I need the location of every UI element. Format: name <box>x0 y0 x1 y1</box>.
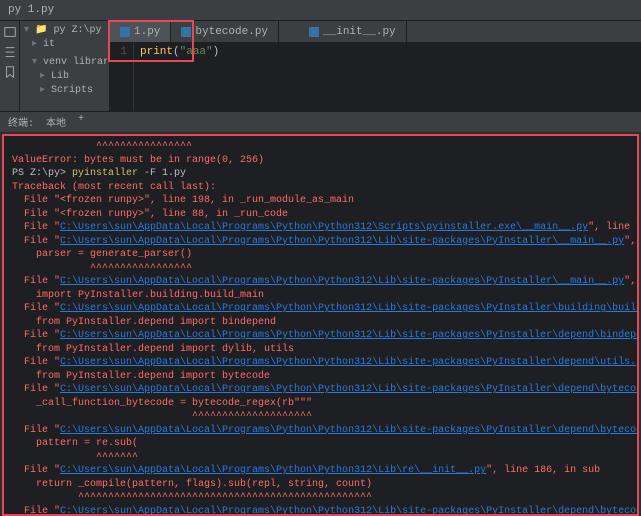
add-terminal-icon[interactable]: + <box>78 114 84 130</box>
terminal-line: File "C:\Users\sun\AppData\Local\Program… <box>12 424 629 438</box>
terminal-line: File "C:\Users\sun\AppData\Local\Program… <box>12 329 629 343</box>
tool-sidebar <box>0 21 20 111</box>
tree-folder[interactable]: Scripts <box>22 83 107 97</box>
local-tab-label[interactable]: 本地 <box>46 114 66 130</box>
terminal-line: pattern = re.sub( <box>12 437 629 451</box>
terminal-line: File "C:\Users\sun\AppData\Local\Program… <box>12 275 629 289</box>
terminal-panel[interactable]: ^^^^^^^^^^^^^^^^ ValueError: bytes must … <box>2 134 639 516</box>
annotation-box <box>108 20 194 62</box>
terminal-line: parser = generate_parser() <box>12 248 629 262</box>
terminal-line: import PyInstaller.building.build_main <box>12 289 629 303</box>
terminal-line: ^^^^^^^^^^^^^^^^ <box>12 140 629 154</box>
terminal-line: return _compile(pattern, flags).sub(repl… <box>12 478 629 492</box>
terminal-line: ^^^^^^^^^^^^^^^^^^^^ <box>12 410 629 424</box>
terminal-tab-label[interactable]: 终端: <box>8 114 34 130</box>
tab-init[interactable]: __init__.py <box>299 21 407 42</box>
terminal-line: _call_function_bytecode = bytecode_regex… <box>12 397 629 411</box>
structure-icon[interactable] <box>3 45 17 59</box>
terminal-line: File "<frozen runpy>", line 88, in _run_… <box>12 208 629 222</box>
terminal-line: File "C:\Users\sun\AppData\Local\Program… <box>12 235 629 249</box>
bookmarks-icon[interactable] <box>3 65 17 79</box>
project-tree[interactable]: 📁 py Z:\py it venv library根目录 Lib Script… <box>20 21 110 111</box>
terminal-line: ^^^^^^^^^^^^^^^^^^^^^^^^^^^^^^^^^^^^^^^^… <box>12 491 629 505</box>
app-title: py 1.py <box>8 4 54 16</box>
terminal-line: Traceback (most recent call last): <box>12 181 629 195</box>
terminal-line: ^^^^^^^ <box>12 451 629 465</box>
terminal-line: File "C:\Users\sun\AppData\Local\Program… <box>12 505 629 516</box>
terminal-line: File "C:\Users\sun\AppData\Local\Program… <box>12 356 629 370</box>
tree-folder[interactable]: venv library根目录 <box>22 51 107 69</box>
terminal-line: File "C:\Users\sun\AppData\Local\Program… <box>12 221 629 235</box>
terminal-line: ValueError: bytes must be in range(0, 25… <box>12 154 629 168</box>
tree-root[interactable]: 📁 py Z:\py <box>22 23 107 37</box>
terminal-line: from PyInstaller.depend import bindepend <box>12 316 629 330</box>
tree-folder[interactable]: Lib <box>22 69 107 83</box>
terminal-prompt: PS Z:\py> pyinstaller -F 1.py <box>12 167 629 181</box>
tree-folder[interactable]: it <box>22 37 107 51</box>
bottom-tool-tabs: 终端: 本地 + <box>0 111 641 132</box>
python-file-icon <box>309 27 319 37</box>
terminal-line: File "<frozen runpy>", line 198, in _run… <box>12 194 629 208</box>
terminal-line: from PyInstaller.depend import bytecode <box>12 370 629 384</box>
terminal-line: File "C:\Users\sun\AppData\Local\Program… <box>12 302 629 316</box>
project-icon[interactable] <box>3 25 17 39</box>
terminal-line: from PyInstaller.depend import dylib, ut… <box>12 343 629 357</box>
terminal-line: File "C:\Users\sun\AppData\Local\Program… <box>12 383 629 397</box>
title-bar: py 1.py <box>0 0 641 21</box>
terminal-line: ^^^^^^^^^^^^^^^^^ <box>12 262 629 276</box>
terminal-line: File "C:\Users\sun\AppData\Local\Program… <box>12 464 629 478</box>
